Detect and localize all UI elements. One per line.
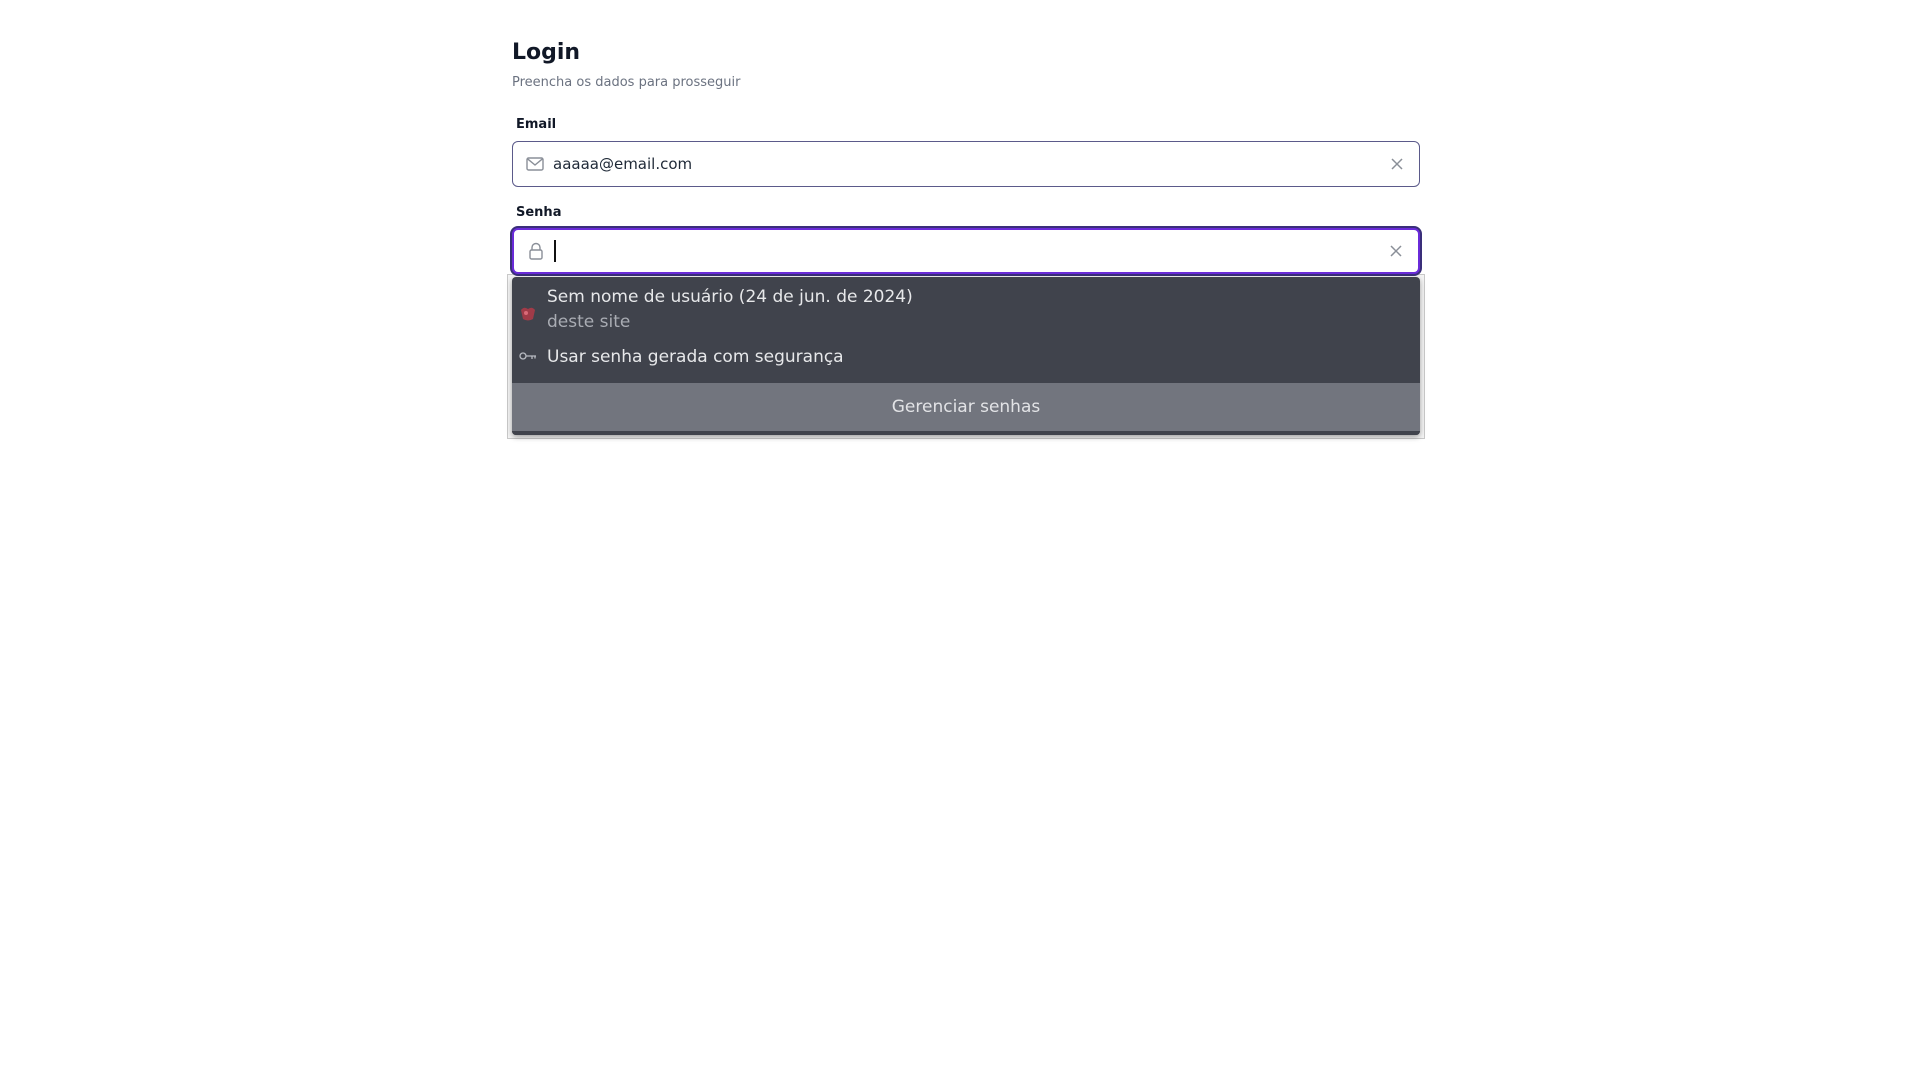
clear-email-icon[interactable]: [1387, 154, 1407, 174]
saved-password-icon: [517, 303, 539, 325]
dropdown-bottom-edge: [512, 431, 1420, 435]
email-input-value[interactable]: aaaaa@email.com: [553, 155, 1387, 173]
page-title: Login: [512, 40, 581, 65]
password-field[interactable]: [512, 228, 1420, 274]
page-subtitle: Preencha os dados para prosseguir: [512, 75, 741, 90]
email-label: Email: [516, 117, 557, 132]
mail-icon: [525, 154, 545, 174]
key-icon: [517, 345, 539, 367]
text-caret: [554, 240, 556, 262]
generate-password-option[interactable]: Usar senha gerada com segurança: [512, 345, 1420, 381]
login-form: Login Preencha os dados para prosseguir …: [507, 38, 1425, 439]
password-autofill-dropdown: Sem nome de usuário (24 de jun. de 2024)…: [512, 277, 1420, 435]
saved-password-source: deste site: [547, 312, 631, 332]
lock-icon: [526, 241, 546, 261]
saved-password-title: Sem nome de usuário (24 de jun. de 2024): [547, 287, 913, 307]
clear-password-icon[interactable]: [1386, 241, 1406, 261]
password-label: Senha: [516, 205, 562, 220]
manage-passwords-button[interactable]: Gerenciar senhas: [512, 383, 1420, 431]
password-input[interactable]: [554, 240, 1386, 262]
saved-password-option[interactable]: Sem nome de usuário (24 de jun. de 2024)…: [512, 285, 1420, 345]
email-field[interactable]: aaaaa@email.com: [512, 141, 1420, 187]
generate-password-label: Usar senha gerada com segurança: [547, 347, 844, 367]
